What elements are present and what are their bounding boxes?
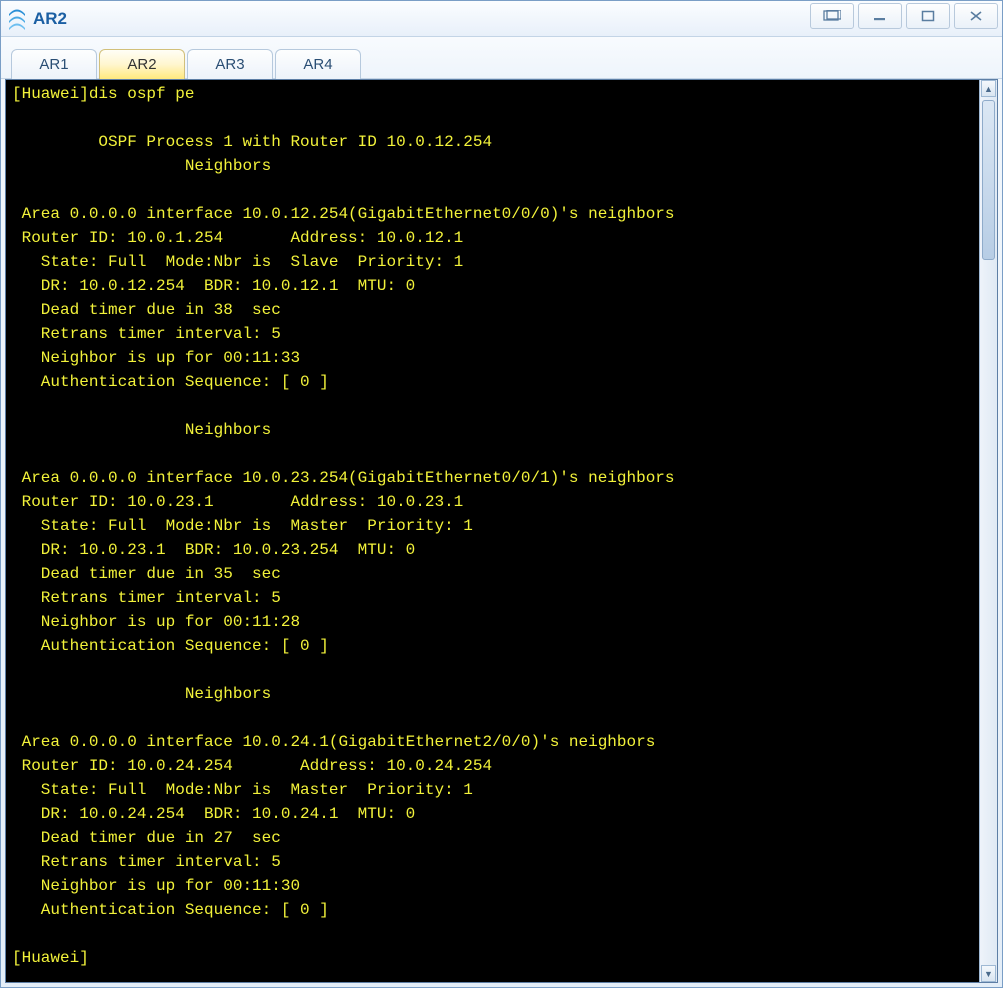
line: Authentication Sequence: [ 0 ] (12, 901, 338, 919)
line: Authentication Sequence: [ 0 ] (12, 373, 338, 391)
line: State: Full Mode:Nbr is Master Priority:… (12, 517, 473, 535)
line: Router ID: 10.0.23.1 Address: 10.0.23.1 (12, 493, 550, 511)
app-icon (7, 8, 27, 30)
line: [Huawei] (12, 949, 89, 967)
tab-ar2[interactable]: AR2 (99, 49, 185, 79)
line: Neighbors (12, 685, 281, 703)
scrollbar[interactable]: ▲ ▼ (979, 80, 997, 982)
scroll-up-button[interactable]: ▲ (981, 80, 996, 97)
tab-label: AR4 (303, 56, 332, 73)
line: State: Full Mode:Nbr is Master Priority:… (12, 781, 473, 799)
line: [Huawei]dis ospf pe (12, 85, 194, 103)
window-controls (806, 3, 998, 29)
tab-ar1[interactable]: AR1 (11, 49, 97, 79)
line: OSPF Process 1 with Router ID 10.0.12.25… (12, 133, 492, 151)
tab-label: AR2 (127, 56, 156, 73)
tabbar: AR1 AR2 AR3 AR4 (1, 37, 1002, 79)
line: Dead timer due in 35 sec (12, 565, 290, 583)
titlebar: AR2 (1, 1, 1002, 37)
line: DR: 10.0.24.254 BDR: 10.0.24.1 MTU: 0 (12, 805, 454, 823)
tab-label: AR3 (215, 56, 244, 73)
window-title: AR2 (33, 9, 67, 29)
minimize-button[interactable] (858, 3, 902, 29)
line: Dead timer due in 38 sec (12, 301, 290, 319)
line: Area 0.0.0.0 interface 10.0.23.254(Gigab… (12, 469, 675, 487)
terminal-container: [Huawei]dis ospf pe OSPF Process 1 with … (5, 79, 998, 983)
window-pane-button[interactable] (810, 3, 854, 29)
line: DR: 10.0.23.1 BDR: 10.0.23.254 MTU: 0 (12, 541, 454, 559)
tab-ar3[interactable]: AR3 (187, 49, 273, 79)
tab-label: AR1 (39, 56, 68, 73)
line: Neighbors (12, 421, 281, 439)
line: Neighbors (12, 157, 281, 175)
line: Router ID: 10.0.1.254 Address: 10.0.12.1 (12, 229, 540, 247)
close-button[interactable] (954, 3, 998, 29)
line: DR: 10.0.12.254 BDR: 10.0.12.1 MTU: 0 (12, 277, 454, 295)
line: Neighbor is up for 00:11:30 (12, 877, 348, 895)
app-window: AR2 AR1 AR2 AR3 AR4 [Huawei]dis ospf pe … (0, 0, 1003, 988)
line: Authentication Sequence: [ 0 ] (12, 637, 338, 655)
line: Retrans timer interval: 5 (12, 325, 290, 343)
tab-ar4[interactable]: AR4 (275, 49, 361, 79)
scroll-thumb[interactable] (982, 100, 995, 260)
maximize-button[interactable] (906, 3, 950, 29)
scroll-down-button[interactable]: ▼ (981, 965, 996, 982)
line: Router ID: 10.0.24.254 Address: 10.0.24.… (12, 757, 559, 775)
line: Area 0.0.0.0 interface 10.0.12.254(Gigab… (12, 205, 675, 223)
line: Neighbor is up for 00:11:28 (12, 613, 348, 631)
line: Retrans timer interval: 5 (12, 589, 290, 607)
line: Area 0.0.0.0 interface 10.0.24.1(Gigabit… (12, 733, 655, 751)
line: Retrans timer interval: 5 (12, 853, 290, 871)
line: Dead timer due in 27 sec (12, 829, 290, 847)
terminal-output[interactable]: [Huawei]dis ospf pe OSPF Process 1 with … (6, 80, 979, 982)
line: State: Full Mode:Nbr is Slave Priority: … (12, 253, 463, 271)
line: Neighbor is up for 00:11:33 (12, 349, 348, 367)
